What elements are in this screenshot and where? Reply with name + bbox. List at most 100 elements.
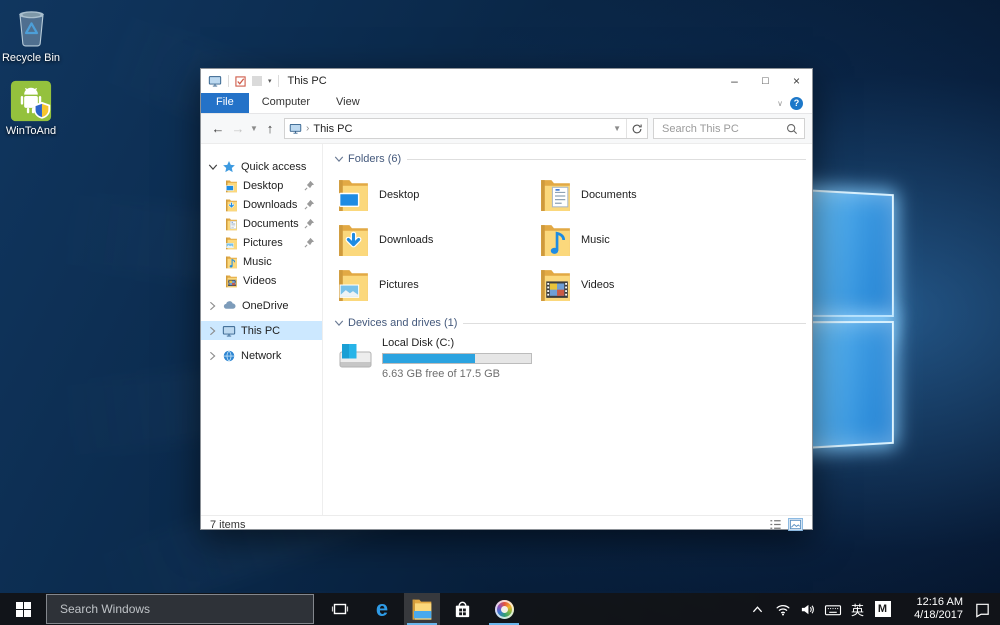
taskbar-clock[interactable]: 12:16 AM 4/18/2017 [895, 596, 970, 622]
touch-keyboard-icon[interactable] [820, 593, 845, 625]
chevron-right-icon[interactable] [208, 326, 217, 336]
caption-buttons: – □ × [719, 69, 812, 93]
back-button[interactable]: ← [208, 121, 228, 136]
action-center-icon[interactable] [970, 593, 995, 625]
maximize-button[interactable]: □ [750, 69, 781, 93]
folder-downloads-icon [225, 198, 238, 212]
tray-overflow-chevron-icon[interactable] [745, 593, 770, 625]
taskbar-search-box[interactable] [46, 594, 314, 624]
breadcrumb-separator-icon: › [306, 123, 309, 134]
sidebar-item-this-pc[interactable]: This PC [201, 321, 322, 340]
drive-name: Local Disk (C:) [382, 337, 532, 349]
drive-free-space: 6.63 GB free of 17.5 GB [382, 368, 532, 380]
volume-icon[interactable] [795, 593, 820, 625]
title-bar[interactable]: ▾ This PC – □ × [201, 69, 812, 93]
expand-ribbon-icon[interactable]: ∨ [777, 99, 783, 108]
address-dropdown-icon[interactable]: ▼ [608, 124, 626, 133]
desktop-icon-label: WinToAnd [6, 125, 56, 137]
tab-computer[interactable]: Computer [249, 93, 323, 113]
sidebar-item-label: Music [243, 256, 272, 268]
chevron-right-icon[interactable] [208, 301, 217, 311]
properties-checkbox-icon[interactable] [235, 76, 246, 87]
drive-info: Local Disk (C:) 6.63 GB free of 17.5 GB [382, 336, 532, 380]
refresh-icon[interactable] [626, 119, 647, 138]
folder-tile-videos[interactable]: Videos [539, 262, 741, 307]
taskbar-store-button[interactable] [444, 593, 480, 625]
sidebar-item-label: Downloads [243, 199, 297, 211]
forward-button[interactable]: → [228, 121, 248, 136]
sidebar-item-documents[interactable]: Documents [201, 214, 322, 233]
tab-file[interactable]: File [201, 93, 249, 113]
up-button[interactable]: ↑ [260, 121, 280, 136]
taskbar-search-input[interactable] [58, 601, 302, 617]
sidebar-item-onedrive[interactable]: OneDrive [201, 296, 322, 315]
folder-tile-documents[interactable]: Documents [539, 172, 741, 217]
help-icon[interactable]: ? [790, 97, 803, 110]
navigation-bar: ← → ▼ ↑ › This PC ▼ [201, 114, 812, 144]
tile-label: Music [581, 234, 610, 246]
group-header-rule [463, 323, 806, 324]
sidebar-item-downloads[interactable]: Downloads [201, 195, 322, 214]
search-input[interactable] [660, 122, 786, 136]
group-header-folders[interactable]: Folders (6) [335, 153, 806, 165]
sidebar-item-label: Pictures [243, 237, 283, 249]
view-buttons [769, 518, 803, 531]
folder-tile-pictures[interactable]: Pictures [337, 262, 539, 307]
paint-palette-icon [495, 600, 514, 619]
hard-drive-icon [337, 336, 373, 376]
tile-label: Desktop [379, 189, 419, 201]
wifi-icon[interactable] [770, 593, 795, 625]
close-button[interactable]: × [781, 69, 812, 93]
taskbar-explorer-button[interactable] [404, 593, 440, 625]
folder-tile-desktop[interactable]: Desktop [337, 172, 539, 217]
group-header-devices[interactable]: Devices and drives (1) [335, 317, 806, 329]
taskbar-theme-app-button[interactable] [486, 593, 522, 625]
explorer-window: ▾ This PC – □ × File Computer View ∨ ? ←… [200, 68, 813, 530]
folder-tile-music[interactable]: Music [539, 217, 741, 262]
start-button[interactable] [0, 593, 46, 625]
collapse-group-icon[interactable] [335, 154, 343, 164]
sidebar-item-desktop[interactable]: Desktop [201, 176, 322, 195]
minimize-button[interactable]: – [719, 69, 750, 93]
chevron-right-icon[interactable] [208, 351, 217, 361]
collapse-group-icon[interactable] [335, 318, 343, 328]
task-view-icon [331, 600, 349, 618]
drive-tile-local-disk-c[interactable]: Local Disk (C:) 6.63 GB free of 17.5 GB [337, 336, 806, 380]
search-box[interactable] [653, 118, 805, 139]
divider [278, 75, 279, 87]
ime-language-indicator[interactable]: 英 [845, 593, 870, 625]
sidebar-item-network[interactable]: Network [201, 346, 322, 365]
ime-mode-indicator[interactable]: M [870, 593, 895, 625]
address-bar[interactable]: › This PC ▼ [284, 118, 648, 139]
breadcrumb[interactable]: This PC [313, 123, 352, 135]
sidebar-item-pictures[interactable]: Pictures [201, 233, 322, 252]
desktop-icon-wintoand[interactable]: WinToAnd [0, 80, 62, 137]
sidebar-item-label: This PC [241, 325, 280, 337]
new-folder-icon[interactable] [252, 76, 262, 86]
customize-qat-dropdown-icon[interactable]: ▾ [268, 77, 272, 85]
sidebar-item-music[interactable]: Music [201, 252, 322, 271]
folder-desktop-icon [337, 176, 370, 213]
ribbon-right-controls: ∨ ? [777, 93, 812, 113]
task-view-button[interactable] [322, 593, 358, 625]
computer-icon [222, 324, 236, 338]
tab-view[interactable]: View [323, 93, 373, 113]
drive-capacity-bar [382, 353, 532, 364]
details-view-icon[interactable] [769, 518, 782, 531]
store-icon [452, 599, 473, 620]
sidebar-item-videos[interactable]: Videos [201, 271, 322, 290]
desktop-icon-label: Recycle Bin [2, 52, 60, 64]
large-icons-view-icon[interactable] [788, 518, 803, 531]
chevron-down-icon[interactable] [208, 162, 217, 172]
desktop-icon-recycle-bin[interactable]: Recycle Bin [0, 7, 62, 64]
group-title: Devices and drives (1) [348, 317, 457, 329]
recent-locations-dropdown-icon[interactable]: ▼ [248, 124, 260, 133]
folder-music-icon [539, 221, 572, 258]
folder-tile-downloads[interactable]: Downloads [337, 217, 539, 262]
sidebar-item-label: Network [241, 350, 281, 362]
tile-label: Documents [581, 189, 637, 201]
search-icon[interactable] [786, 123, 798, 135]
taskbar-edge-button[interactable]: e [364, 593, 400, 625]
sidebar-item-quick-access[interactable]: Quick access [201, 157, 322, 176]
pin-icon [304, 218, 315, 229]
